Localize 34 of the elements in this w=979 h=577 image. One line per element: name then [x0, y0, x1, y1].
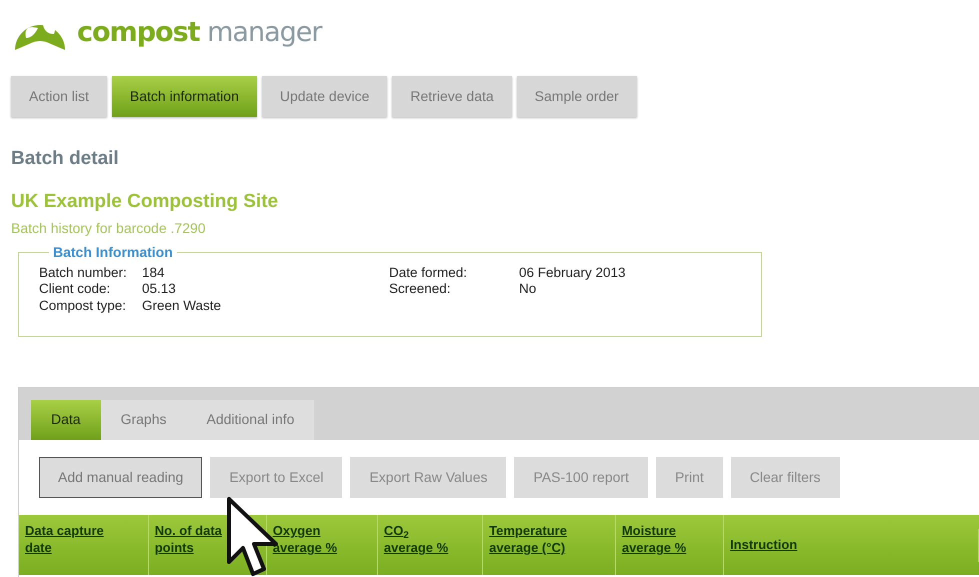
- nav-tab[interactable]: Update device: [262, 76, 388, 117]
- toolbar-button[interactable]: Export Raw Values: [350, 457, 506, 498]
- data-tab[interactable]: Graphs: [100, 400, 186, 440]
- nav-tab[interactable]: Batch information: [112, 76, 257, 117]
- field-value: 184: [142, 265, 165, 280]
- panel-legend: Batch Information: [49, 245, 177, 259]
- data-tab[interactable]: Data: [31, 400, 101, 440]
- nav-tab[interactable]: Retrieve data: [392, 76, 512, 117]
- barcode-line: Batch history for barcode .7290: [11, 219, 207, 238]
- column-header[interactable]: Moisture average %: [616, 515, 724, 576]
- data-tab[interactable]: Additional info: [186, 400, 314, 440]
- nav-tab[interactable]: Sample order: [516, 76, 637, 117]
- field-label: Client code:: [39, 281, 112, 298]
- field-value: 06 February 2013: [519, 265, 626, 280]
- field-label: Batch number:: [39, 265, 128, 282]
- field-value: Green Waste: [142, 298, 222, 313]
- column-header[interactable]: Temperature average (°C): [483, 515, 616, 576]
- column-header[interactable]: Instruction: [724, 528, 979, 562]
- toolbar-button[interactable]: PAS-100 report: [514, 457, 648, 498]
- column-header[interactable]: Data capture date: [19, 515, 149, 576]
- page-title: Batch detail: [11, 147, 120, 171]
- toolbar-button[interactable]: Clear filters: [730, 457, 840, 498]
- nav-tab[interactable]: Action list: [11, 76, 107, 117]
- column-header[interactable]: CO$_{2}$ average %: [378, 515, 484, 576]
- toolbar-button[interactable]: Export to Excel: [210, 457, 342, 498]
- field-label: Screened:: [389, 281, 452, 298]
- field-label: Compost type:: [39, 298, 128, 314]
- field-value: 05.13: [142, 281, 176, 296]
- toolbar-button[interactable]: Add manual reading: [39, 457, 202, 498]
- site-name: UK Example Composting Site: [11, 190, 280, 214]
- app-logo-text: compost manager: [77, 16, 322, 50]
- field-label: Date formed:: [389, 265, 468, 282]
- toolbar-button[interactable]: Print: [656, 457, 723, 498]
- field-value: No: [519, 281, 536, 296]
